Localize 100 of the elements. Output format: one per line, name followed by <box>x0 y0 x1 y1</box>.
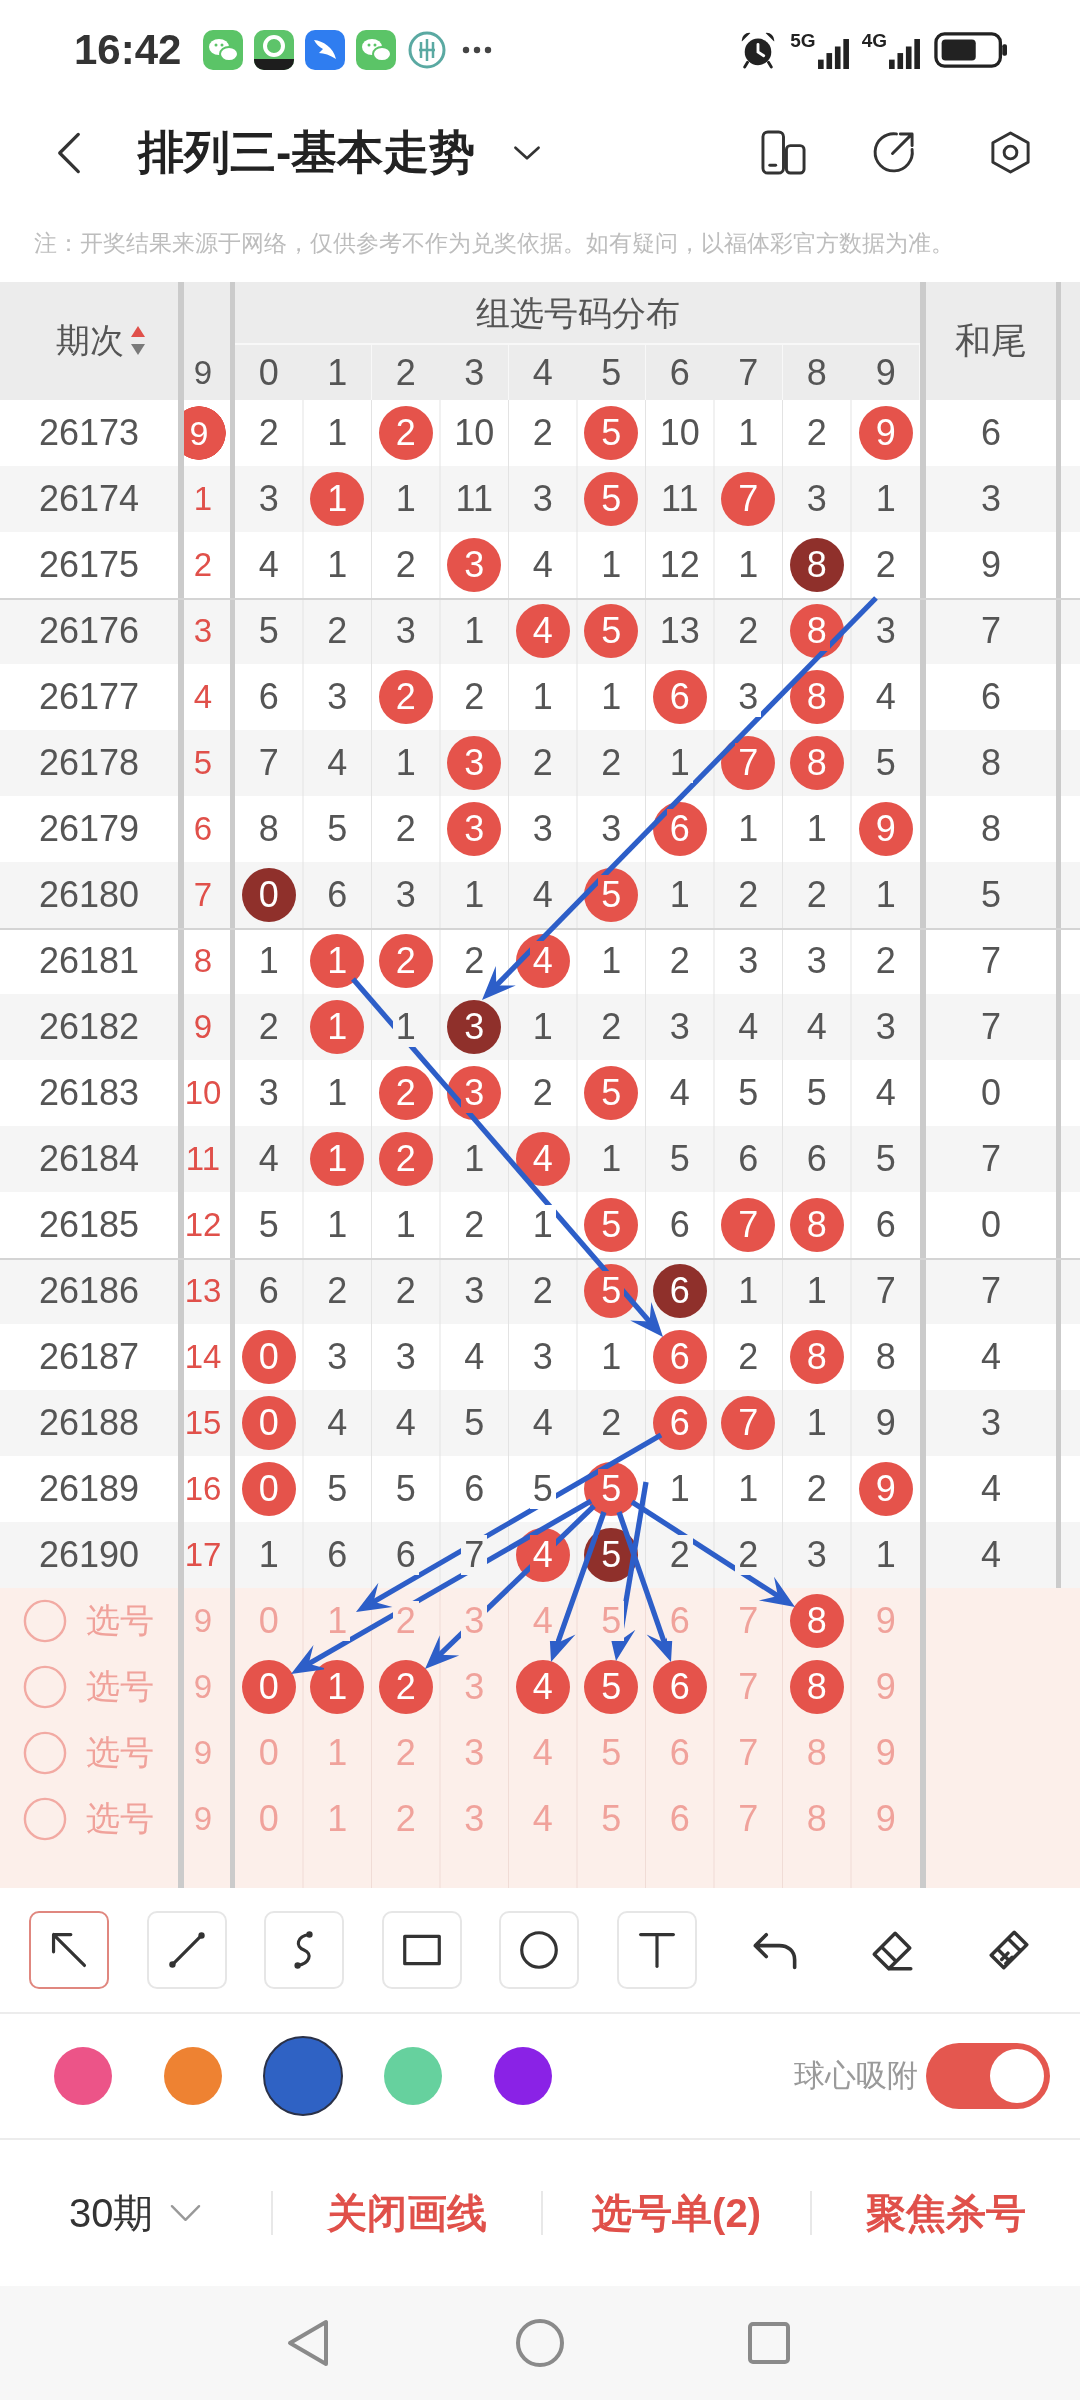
pick-digit-cell[interactable]: 3 <box>440 1654 508 1720</box>
pick-digit-cell[interactable]: 9 <box>851 1588 920 1654</box>
miss-count-cell: 2 <box>783 1456 851 1522</box>
radio-button[interactable] <box>23 1731 67 1775</box>
miss-count-cell: 1 <box>646 730 714 796</box>
pick-digit-cell[interactable]: 7 <box>714 1720 782 1786</box>
period-header: 期次 <box>56 320 124 361</box>
color-swatch-icon[interactable] <box>384 2047 442 2105</box>
focus-kill-button[interactable]: 聚焦杀号 <box>866 2185 1027 2241</box>
pick-digit-cell[interactable]: 6 <box>646 1786 714 1852</box>
pick-digit-cell[interactable]: 0 <box>235 1720 303 1786</box>
miss-count-cell: 4 <box>783 994 851 1060</box>
miss-count-cell: 2 <box>509 400 577 466</box>
back-icon[interactable] <box>56 130 82 175</box>
radio-button[interactable] <box>23 1599 67 1643</box>
radio-button[interactable] <box>23 1797 67 1841</box>
pick-digit-cell[interactable]: 5 <box>577 1588 645 1654</box>
number-ball: 4 <box>515 934 570 988</box>
recents-icon[interactable] <box>747 2321 791 2365</box>
arrow-tool-button[interactable] <box>29 1911 109 1989</box>
pick-digit-cell[interactable]: 6 <box>646 1720 714 1786</box>
column-header: 2 <box>394 350 417 395</box>
number-ball[interactable]: 1 <box>310 1660 365 1714</box>
pick-digit-cell[interactable]: 4 <box>509 1720 577 1786</box>
home-icon[interactable] <box>515 2318 565 2368</box>
color-swatch-icon[interactable] <box>164 2047 222 2105</box>
miss-count-cell: 1 <box>509 664 577 730</box>
miss-count-cell: 1 <box>372 466 440 532</box>
period-cell-text: 26188 <box>37 1401 141 1445</box>
miss-count-cell: 7 <box>235 730 303 796</box>
number-ball[interactable]: 0 <box>241 1660 296 1714</box>
color-swatch-icon[interactable] <box>494 2047 552 2105</box>
pick-digit-cell[interactable]: 8 <box>783 1786 851 1852</box>
color-swatch-icon[interactable] <box>54 2047 112 2105</box>
pick-digit-cell[interactable]: 0 <box>235 1588 303 1654</box>
pick-digit-cell[interactable]: 3 <box>440 1588 508 1654</box>
number-ball[interactable]: 8 <box>789 1660 844 1714</box>
pick-digit-cell[interactable]: 2 <box>372 1786 440 1852</box>
circle-tool-button[interactable] <box>499 1911 579 1989</box>
miss-count-cell: 1 <box>851 1522 920 1588</box>
pick-digit-cell[interactable]: 4 <box>509 1588 577 1654</box>
sum-tail-cell-text: 5 <box>980 873 1002 917</box>
pick-digit-cell[interactable]: 5 <box>577 1786 645 1852</box>
caret-icon[interactable] <box>513 144 542 161</box>
miss-count-cell: 3 <box>783 928 851 994</box>
tail-header: 和尾 <box>954 318 1028 363</box>
text-tool-button[interactable] <box>616 1911 697 1989</box>
line-icon <box>166 1930 207 1970</box>
period-cell-text: 26190 <box>37 1533 141 1577</box>
devices-icon[interactable] <box>761 130 806 175</box>
pick-digit-cell[interactable]: 9 <box>851 1720 920 1786</box>
number-ball: 6 <box>652 1330 707 1384</box>
curve-tool-button[interactable] <box>264 1911 344 1989</box>
number-ball[interactable]: 6 <box>652 1660 707 1714</box>
pick-digit-cell[interactable]: 7 <box>714 1786 782 1852</box>
pick-digit-cell[interactable]: 9 <box>184 1720 230 1786</box>
number-ball: 8 <box>789 1198 844 1252</box>
period-cell-text: 26179 <box>37 807 141 851</box>
pick-digit-cell[interactable]: 1 <box>303 1588 371 1654</box>
miss-count-cell: 3 <box>303 664 371 730</box>
pick-list-button[interactable]: 选号单(2) <box>592 2185 761 2241</box>
miss-count-cell: 5 <box>783 1060 851 1126</box>
line-tool-button[interactable] <box>146 1911 227 1989</box>
number-ball: 8 <box>789 1330 844 1384</box>
rectangle-tool-button[interactable] <box>381 1911 462 1989</box>
period-dropdown[interactable]: 30期 <box>69 2185 201 2241</box>
pick-digit-cell[interactable]: 9 <box>184 1786 230 1852</box>
pick-digit-cell[interactable]: 3 <box>440 1720 508 1786</box>
sum-tail-cell-text: 6 <box>980 675 1002 719</box>
pick-digit-cell[interactable]: 6 <box>646 1588 714 1654</box>
pick-digit-cell[interactable]: 9 <box>851 1786 920 1852</box>
pick-digit-cell[interactable]: 5 <box>577 1720 645 1786</box>
close-drawing-button[interactable]: 关闭画线 <box>326 2185 487 2241</box>
pick-digit-cell[interactable]: 9 <box>851 1654 920 1720</box>
pick-digit-cell[interactable]: 1 <box>303 1720 371 1786</box>
number-ball[interactable]: 8 <box>789 1594 844 1648</box>
number-ball[interactable]: 4 <box>515 1660 570 1714</box>
signal-icon <box>817 39 849 69</box>
pick-digit-cell[interactable]: 9 <box>184 1588 230 1654</box>
pick-digit-cell[interactable]: 8 <box>783 1720 851 1786</box>
pick-digit-cell[interactable]: 4 <box>509 1786 577 1852</box>
number-ball: 5 <box>584 868 639 922</box>
number-ball[interactable]: 5 <box>584 1660 639 1714</box>
pick-digit-cell[interactable]: 2 <box>372 1720 440 1786</box>
pick-digit-cell[interactable]: 1 <box>303 1786 371 1852</box>
radio-button[interactable] <box>23 1665 67 1709</box>
number-ball: 3 <box>447 538 502 592</box>
pick-digit-cell[interactable]: 7 <box>714 1588 782 1654</box>
settings-icon[interactable] <box>988 130 1033 175</box>
pick-digit-cell[interactable]: 7 <box>714 1654 782 1720</box>
miss-count-cell: 1 <box>714 532 782 598</box>
pick-digit-cell[interactable]: 0 <box>235 1786 303 1852</box>
pick-digit-cell[interactable]: 2 <box>372 1588 440 1654</box>
number-ball: 4 <box>515 1132 570 1186</box>
pick-digit-cell[interactable]: 9 <box>184 1654 230 1720</box>
circle-arrow-icon[interactable] <box>871 130 916 175</box>
pick-digit-cell[interactable]: 3 <box>440 1786 508 1852</box>
number-ball[interactable]: 2 <box>378 1660 433 1714</box>
miss-count-cell: 1 <box>783 1390 851 1456</box>
number-ball: 0 <box>241 1396 296 1450</box>
